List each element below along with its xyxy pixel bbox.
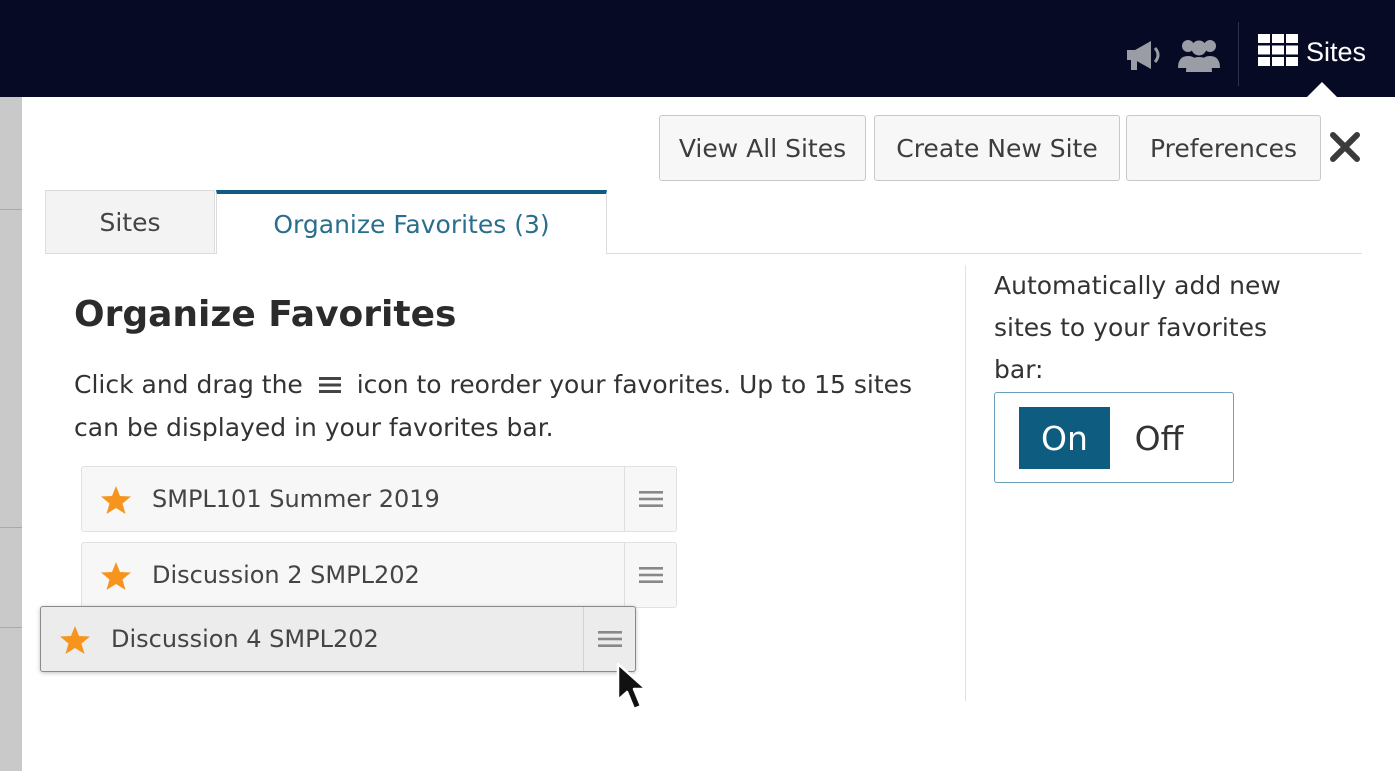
grid-icon (1256, 32, 1300, 72)
toggle-on-button[interactable]: On (1019, 407, 1110, 469)
instructions: Click and drag the icon to reorder your … (74, 364, 954, 449)
drag-handle[interactable] (624, 543, 676, 607)
drag-handle[interactable] (624, 467, 676, 531)
favorite-item[interactable]: Discussion 2 SMPL202 (81, 542, 677, 608)
instruction-text-start: Click and drag the (74, 370, 303, 399)
group-icon[interactable] (1177, 36, 1221, 78)
tab-organize-favorites[interactable]: Organize Favorites (3) (216, 190, 607, 254)
column-divider (965, 265, 966, 701)
sites-label: Sites (1306, 36, 1367, 67)
preferences-button[interactable]: Preferences (1126, 115, 1321, 181)
megaphone-icon[interactable] (1124, 38, 1164, 76)
drag-handle-icon (638, 491, 663, 507)
star-icon[interactable] (100, 484, 132, 520)
background-page (0, 97, 22, 771)
mouse-pointer-icon (616, 662, 650, 718)
favorite-item-dragging[interactable]: Discussion 4 SMPL202 (40, 606, 636, 672)
top-nav-bar: Sites (0, 0, 1395, 97)
favorite-name: SMPL101 Summer 2019 (152, 485, 440, 513)
auto-add-toggle: On Off (994, 392, 1234, 483)
drag-handle-icon (638, 567, 663, 583)
sites-menu-button[interactable]: Sites (1256, 32, 1366, 72)
create-new-site-button[interactable]: Create New Site (874, 115, 1120, 181)
favorite-item[interactable]: SMPL101 Summer 2019 (81, 466, 677, 532)
panel-caret (1306, 82, 1338, 98)
star-icon[interactable] (59, 624, 91, 660)
drag-handle-icon (318, 365, 341, 407)
drag-handle-icon (597, 631, 622, 647)
toggle-off-button[interactable]: Off (1117, 407, 1201, 469)
star-icon[interactable] (100, 560, 132, 596)
favorite-name: Discussion 4 SMPL202 (111, 625, 379, 653)
close-button[interactable] (1328, 130, 1362, 164)
view-all-sites-button[interactable]: View All Sites (659, 115, 866, 181)
auto-add-label: Automatically add new sites to your favo… (994, 271, 1281, 384)
nav-divider (1238, 22, 1239, 86)
close-icon (1330, 132, 1360, 162)
tab-underline (606, 253, 1362, 254)
favorite-name: Discussion 2 SMPL202 (152, 561, 420, 589)
tab-sites[interactable]: Sites (45, 190, 215, 254)
page-title: Organize Favorites (74, 294, 457, 335)
tab-underline (45, 253, 216, 254)
